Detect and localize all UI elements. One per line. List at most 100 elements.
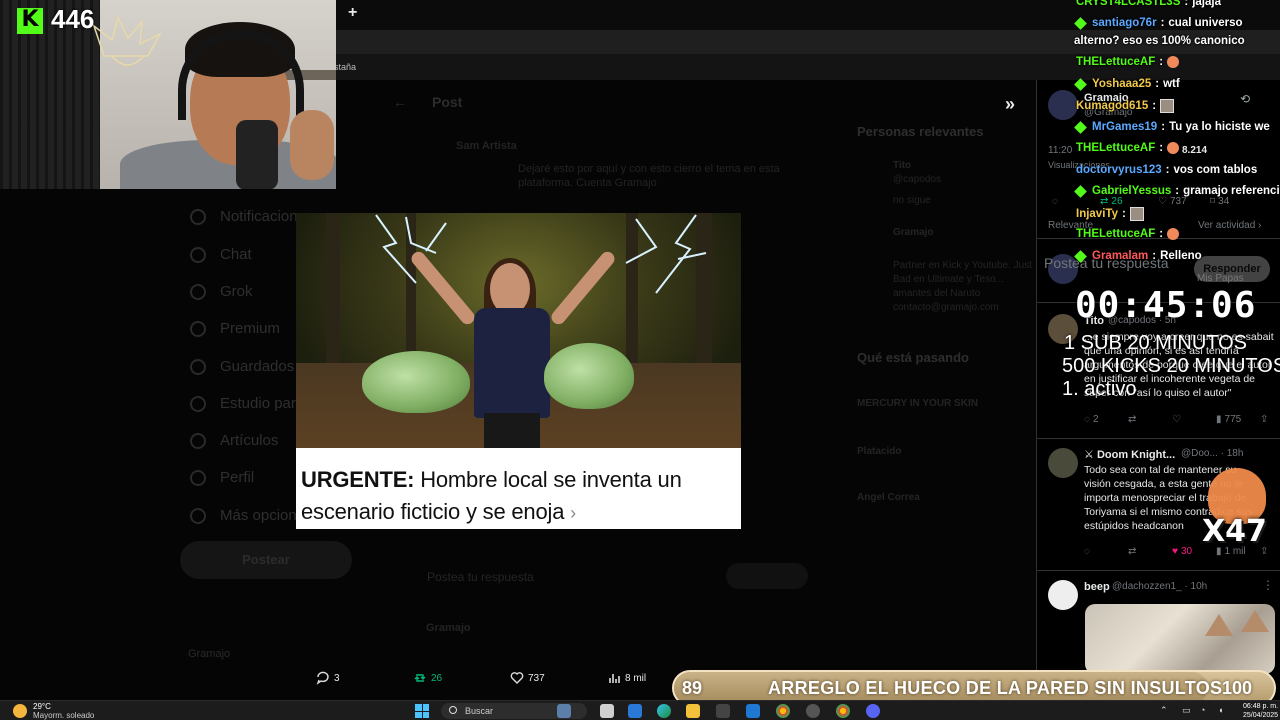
windows-start-icon[interactable] — [415, 704, 429, 718]
volume-icon[interactable]: ◖ — [1218, 705, 1223, 715]
like-action[interactable]: ♡ 737 — [1158, 196, 1187, 207]
reply-icon[interactable]: ◌ — [1084, 546, 1090, 557]
network-icon[interactable]: ▭ — [1182, 705, 1191, 716]
articles-icon — [190, 432, 206, 449]
nav-chat[interactable]: Chat — [190, 246, 252, 263]
tweet-image-cat[interactable] — [1085, 604, 1275, 674]
meme-card[interactable]: URGENTE: Hombre local se inventa un esce… — [296, 213, 741, 529]
new-tab-button[interactable]: + — [348, 4, 357, 22]
see-activity-link[interactable]: Ver actividad › — [1198, 220, 1261, 231]
retweet-count-value: 26 — [431, 672, 443, 684]
bookmark-item[interactable]: staña — [334, 62, 356, 72]
app-icon[interactable] — [557, 704, 571, 718]
reply-submit-button[interactable]: Responder — [1194, 256, 1270, 282]
retweet-icon[interactable]: ⇄ — [1128, 414, 1136, 425]
chat-text: gramajo referencia — [1183, 185, 1280, 197]
share-icon[interactable]: ⇪ — [1260, 414, 1268, 425]
reply-action[interactable]: ◌ 2 — [1084, 414, 1099, 425]
task-view-icon[interactable] — [600, 704, 614, 718]
trend-item[interactable]: Platacido — [857, 446, 901, 457]
webcam-feed: K 446 — [0, 0, 336, 189]
reply-author[interactable]: Gramajo — [426, 622, 471, 634]
edge-icon[interactable] — [657, 704, 671, 718]
nav-more[interactable]: Más opciones — [190, 507, 313, 524]
caption-line1: Hombre local se inventa un — [414, 467, 682, 492]
nav-profile[interactable]: Perfil — [190, 469, 254, 486]
trend-item[interactable]: Angel Correa — [857, 492, 920, 503]
heart-icon[interactable]: ♡ — [1172, 414, 1181, 425]
wifi-icon[interactable]: ◔ — [1200, 705, 1205, 715]
profile-icon — [190, 469, 206, 486]
tweet-text-line: estúpidos headcanon — [1084, 520, 1184, 532]
nav-bookmarks[interactable]: Guardados — [190, 358, 294, 375]
back-arrow-icon[interactable]: ← — [393, 94, 407, 110]
sun-icon[interactable] — [13, 704, 27, 718]
tweet-handle: @Doo... · 18h — [1181, 448, 1244, 459]
app-icon[interactable] — [806, 704, 820, 718]
nav-articles[interactable]: Artículos — [190, 432, 278, 449]
reply-icon[interactable]: ◌ — [1052, 196, 1058, 207]
avatar[interactable] — [1048, 580, 1078, 610]
post-time: 11:20 — [1048, 145, 1073, 156]
retweet-count[interactable]: 26 — [413, 671, 442, 685]
tray-chevron-icon[interactable]: ⌃ — [1160, 705, 1168, 716]
divider — [1036, 438, 1280, 439]
bookmark-icon — [190, 358, 206, 375]
avatar[interactable] — [1048, 448, 1078, 478]
grok-sparkle-icon[interactable]: ⟲ — [1240, 92, 1250, 106]
view-count[interactable]: 8 mil — [607, 671, 646, 685]
relevant-person-name[interactable]: Gramajo — [893, 227, 934, 238]
tweet-author[interactable]: beep — [1084, 581, 1110, 593]
tweet-author[interactable]: ⚔ Doom Knight... — [1084, 448, 1175, 461]
bookmark-action[interactable]: ⌑ 34 — [1210, 196, 1229, 207]
lightning-bolt-right — [625, 214, 707, 294]
taskbar-clock[interactable]: 06:48 p. m. 25/04/2025 — [1243, 702, 1278, 720]
retweet-icon[interactable]: ⇄ — [1128, 546, 1136, 557]
relevant-person-name[interactable]: Tito — [893, 160, 911, 171]
chat-message: Gramalam: Relleno — [1074, 249, 1202, 263]
chat-text: alterno? eso es 100% canonico — [1074, 35, 1245, 47]
app-icon[interactable] — [628, 704, 642, 718]
badge-icon — [1074, 120, 1087, 134]
chrome-icon[interactable] — [776, 704, 790, 718]
nav-grok[interactable]: Grok — [190, 283, 253, 300]
like-count-value: 30 — [1180, 546, 1193, 557]
nav-label: Premium — [220, 320, 281, 337]
chevron-right-icon[interactable]: › — [570, 503, 576, 523]
views-action[interactable]: ▮ 775 — [1216, 414, 1241, 425]
chat-message: CRYST4LCASTL3S: jajaja — [1076, 0, 1221, 8]
post-author[interactable]: Sam Artista — [456, 140, 517, 152]
collapse-panel-icon[interactable]: » — [1005, 94, 1015, 115]
reply-button-dimmed[interactable] — [726, 563, 808, 589]
trend-item[interactable]: MERCURY IN YOUR SKIN — [857, 398, 978, 409]
person-shirt — [474, 308, 550, 418]
account-switcher[interactable]: Gramajo — [188, 648, 230, 660]
person-legs — [484, 413, 540, 448]
chat-username: THELettuceAF — [1076, 142, 1156, 154]
chrome-icon[interactable] — [836, 704, 850, 718]
avatar[interactable] — [1048, 90, 1078, 120]
weather-desc: Mayorm. soleado — [33, 711, 95, 720]
timer-rule: 1 SUB 20 MINUTOS — [1064, 332, 1248, 354]
chat-text: cual universo — [1168, 17, 1243, 29]
app-icon[interactable] — [746, 704, 760, 718]
nav-label: Chat — [220, 246, 252, 263]
file-explorer-icon[interactable] — [686, 704, 700, 718]
reply-count[interactable]: 3 — [316, 671, 340, 685]
retweet-action[interactable]: ⇄ 26 — [1100, 196, 1123, 207]
post-button[interactable]: Postear — [180, 541, 352, 579]
reply-input[interactable]: Postea tu respuesta — [427, 570, 534, 584]
chat-message: THELettuceAF: — [1076, 56, 1180, 68]
nav-studio[interactable]: Estudio para — [190, 395, 304, 412]
nav-premium[interactable]: Premium — [190, 320, 280, 337]
right-sidebar-dimmed — [840, 80, 1036, 700]
like-action[interactable]: ♥ 30 — [1172, 546, 1192, 557]
store-icon[interactable] — [716, 704, 730, 718]
discord-icon[interactable] — [866, 704, 880, 718]
more-options-icon[interactable]: ⋮ — [1262, 578, 1274, 592]
chat-username: THELettuceAF — [1076, 228, 1156, 240]
nav-label: Perfil — [220, 469, 255, 486]
nav-notifications[interactable]: Notificaciones — [190, 208, 313, 225]
like-count[interactable]: 737 — [510, 671, 545, 685]
nav-label: Grok — [220, 283, 253, 300]
